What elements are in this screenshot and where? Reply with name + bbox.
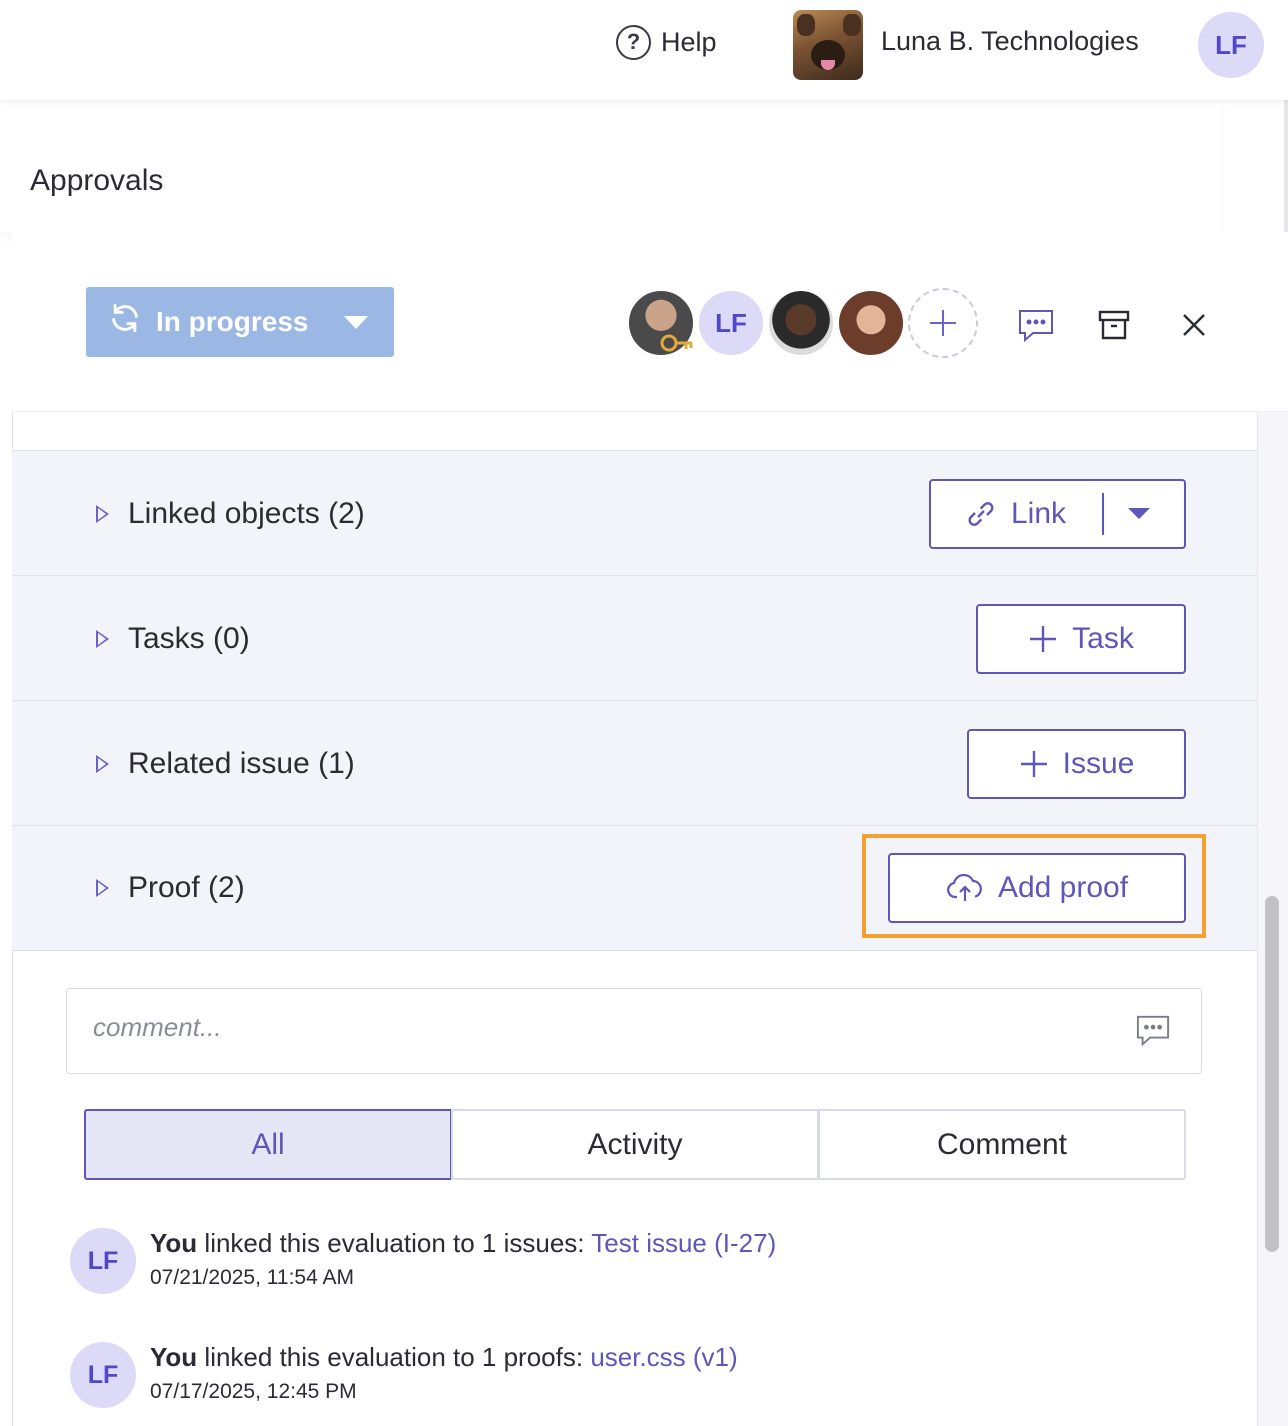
status-label: In progress (156, 306, 309, 337)
activity-link[interactable]: Test issue (I-27) (591, 1228, 776, 1258)
avatar: LF (70, 1228, 136, 1294)
chat-icon[interactable] (1016, 305, 1056, 345)
activity-item: LF You linked this evaluation to 1 proof… (70, 1342, 1170, 1412)
section-tasks[interactable]: Tasks (0) Task (12, 575, 1257, 701)
expand-triangle-icon[interactable] (96, 629, 109, 648)
plus-icon (1030, 625, 1057, 652)
page-header (0, 100, 1220, 232)
activity-actor: You (150, 1342, 198, 1372)
section-label: Tasks (0) (128, 621, 250, 655)
activity-item: LF You linked this evaluation to 1 issue… (70, 1228, 1170, 1298)
section-label: Proof (2) (128, 871, 245, 904)
sync-icon (108, 301, 142, 344)
org-name[interactable]: Luna B. Technologies (881, 26, 1139, 57)
plus-icon (1020, 750, 1047, 777)
tab-comment[interactable]: Comment (818, 1109, 1186, 1180)
tab-activity[interactable]: Activity (451, 1109, 819, 1180)
section-related-issue[interactable]: Related issue (1) Issue (12, 700, 1257, 826)
comment-field[interactable] (66, 988, 1202, 1074)
activity-actor: You (150, 1228, 198, 1258)
chevron-down-icon (344, 315, 369, 329)
activity-description: linked this evaluation to 1 proofs: (197, 1342, 591, 1372)
user-avatar[interactable]: LF (1198, 12, 1264, 78)
activity-tabs: All Activity Comment (84, 1109, 1186, 1180)
chevron-down-icon[interactable] (1128, 508, 1151, 519)
expand-triangle-icon[interactable] (96, 504, 109, 523)
org-logo[interactable] (793, 10, 863, 80)
add-task-button[interactable]: Task (976, 603, 1186, 674)
activity-text: You linked this evaluation to 1 proofs: … (150, 1342, 738, 1373)
issue-button-label: Issue (1062, 746, 1135, 780)
key-icon (660, 332, 694, 354)
watcher-avatar[interactable] (836, 288, 906, 358)
activity-timestamp: 07/17/2025, 12:45 PM (150, 1380, 357, 1403)
status-dropdown[interactable]: In progress (86, 287, 394, 357)
activity-link[interactable]: user.css (v1) (590, 1342, 737, 1372)
highlight-box (862, 834, 1206, 938)
close-icon[interactable] (1174, 305, 1214, 345)
help-link[interactable]: ? Help (616, 24, 717, 60)
link-button-label: Link (1010, 496, 1067, 530)
tab-all[interactable]: All (84, 1109, 452, 1180)
section-linked-objects[interactable]: Linked objects (2) Link (12, 450, 1257, 576)
expand-triangle-icon[interactable] (96, 754, 109, 773)
top-bar: ? Help Luna B. Technologies LF (0, 0, 1288, 100)
plus-icon (930, 310, 956, 336)
comment-input[interactable] (93, 1007, 1093, 1047)
archive-icon[interactable] (1094, 305, 1134, 345)
comment-icon[interactable] (1135, 1013, 1171, 1052)
scrollbar-thumb[interactable] (1265, 896, 1279, 1252)
task-button-label: Task (1072, 621, 1134, 655)
page-title: Approvals (30, 164, 164, 197)
section-label: Related issue (1) (128, 746, 355, 780)
help-label: Help (661, 26, 717, 57)
help-icon: ? (616, 24, 651, 60)
link-icon (968, 501, 994, 526)
section-label: Linked objects (2) (128, 496, 365, 530)
add-issue-button[interactable]: Issue (967, 728, 1186, 799)
watcher-avatar[interactable] (766, 288, 836, 358)
activity-description: linked this evaluation to 1 issues: (197, 1228, 592, 1258)
expand-triangle-icon[interactable] (96, 879, 109, 897)
avatar: LF (70, 1342, 136, 1408)
link-button[interactable]: Link (929, 478, 1186, 549)
activity-timestamp: 07/21/2025, 11:54 AM (150, 1266, 354, 1289)
watcher-avatar[interactable]: LF (696, 288, 766, 358)
activity-text: You linked this evaluation to 1 issues: … (150, 1228, 776, 1259)
add-watcher-button[interactable] (908, 288, 978, 358)
